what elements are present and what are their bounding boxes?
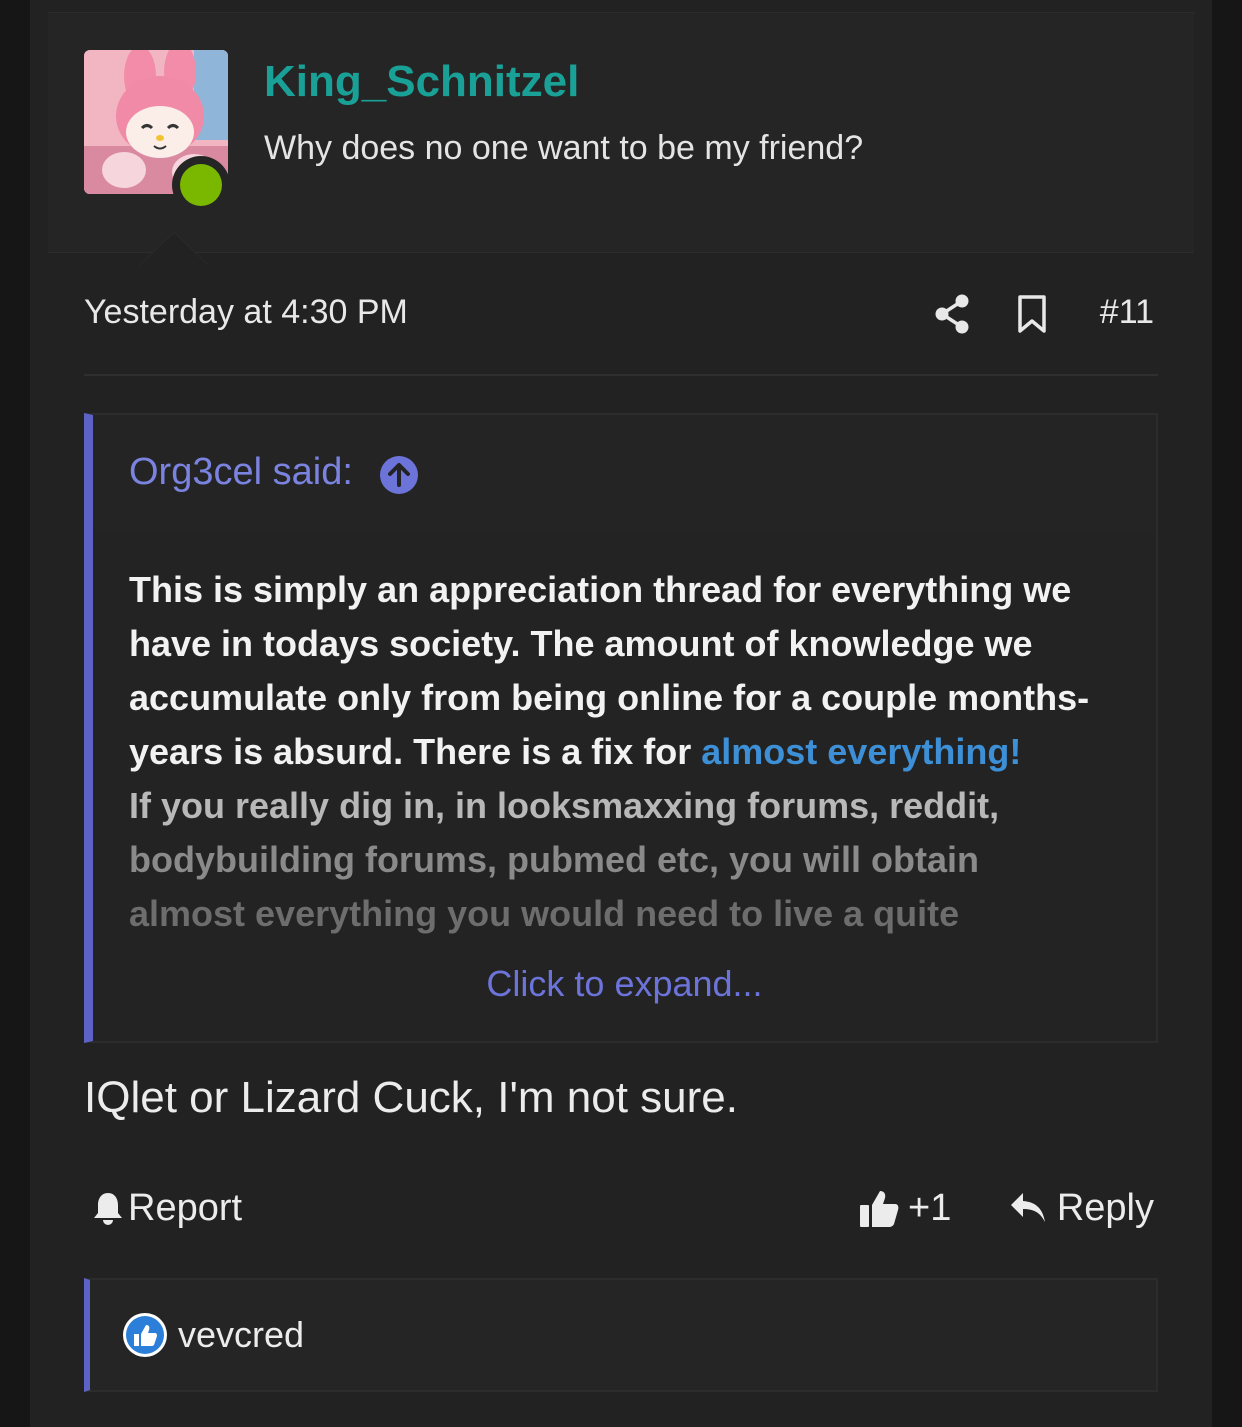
- post-actions: Report +1 Reply: [84, 1180, 1158, 1236]
- thumbs-up-icon: [860, 1191, 899, 1227]
- reply-button[interactable]: Reply: [1009, 1180, 1154, 1236]
- quote-header: Org3cel said:: [93, 415, 1156, 531]
- user-title: Why does no one want to be my friend?: [264, 129, 864, 167]
- quote-link[interactable]: almost everything!: [701, 731, 1021, 772]
- like-reaction-icon: [123, 1313, 167, 1357]
- report-label: Report: [128, 1186, 243, 1229]
- bell-icon: [94, 1193, 122, 1225]
- quote-line: If you really dig in, in looksmaxxing fo…: [129, 785, 1000, 826]
- click-to-expand-link[interactable]: Click to expand...: [93, 963, 1156, 1005]
- quote-body: This is simply an appreciation thread fo…: [93, 531, 1156, 1041]
- quote-line: bodybuilding forums, pubmed etc, you wil…: [129, 839, 979, 880]
- reply-arrow-icon: [1010, 1193, 1045, 1222]
- post-meta: Yesterday at 4:30 PM #11: [84, 290, 1158, 338]
- quote-block: Org3cel said: This is simply an apprecia…: [84, 413, 1158, 1043]
- report-button[interactable]: Report: [92, 1180, 242, 1236]
- post-container: King_Schnitzel Why does no one want to b…: [30, 0, 1212, 1427]
- post-number[interactable]: #11: [1100, 293, 1154, 332]
- username[interactable]: King_Schnitzel: [264, 57, 579, 107]
- post-message: IQlet or Lizard Cuck, I'm not sure.: [84, 1073, 738, 1122]
- online-status-indicator: [172, 156, 230, 214]
- bookmark-icon[interactable]: [1016, 294, 1048, 334]
- like-button[interactable]: +1: [858, 1180, 951, 1236]
- reactions-bar[interactable]: vevcred: [84, 1278, 1158, 1392]
- post-timestamp[interactable]: Yesterday at 4:30 PM: [84, 293, 408, 332]
- like-count: +1: [908, 1186, 952, 1229]
- share-icon[interactable]: [934, 294, 970, 334]
- user-header: King_Schnitzel Why does no one want to b…: [48, 12, 1194, 265]
- quote-author[interactable]: Org3cel said:: [129, 451, 353, 494]
- arrow-up-circle-icon[interactable]: [379, 455, 419, 495]
- quote-line: almost everything you would need to live…: [129, 893, 960, 934]
- notch: [140, 233, 208, 265]
- divider: [84, 374, 1158, 376]
- quote-text: This is simply an appreciation thread fo…: [129, 563, 1129, 941]
- reply-label: Reply: [1056, 1186, 1154, 1229]
- reaction-users[interactable]: vevcred: [178, 1314, 304, 1356]
